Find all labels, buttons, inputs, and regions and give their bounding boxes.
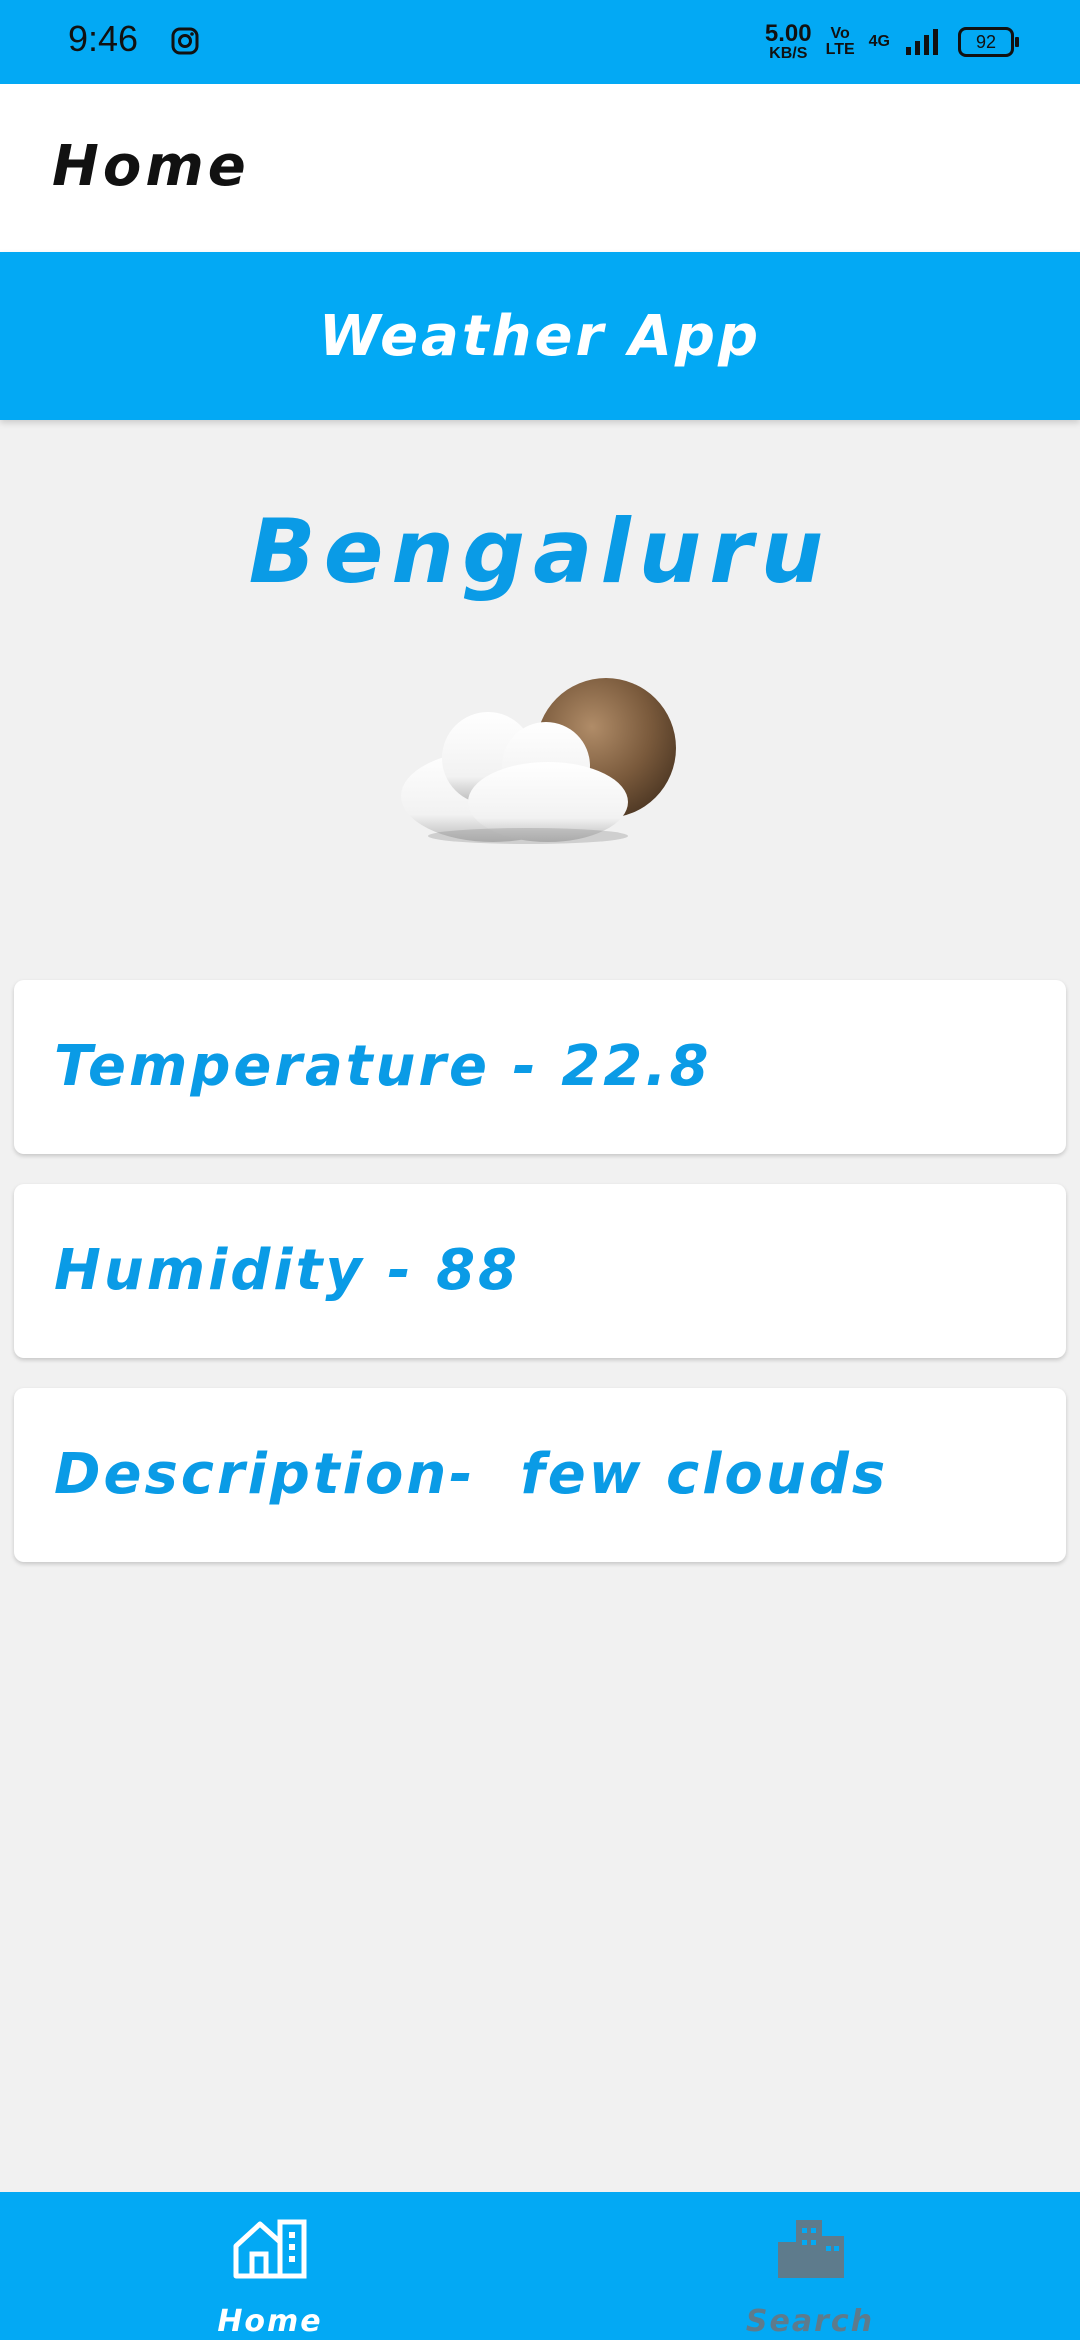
few-clouds-icon — [401, 678, 676, 844]
network-speed-unit: KB/S — [769, 45, 808, 62]
network-speed: 5.00 KB/S — [765, 22, 812, 62]
signal-icon — [906, 29, 938, 55]
bottom-navigation: Home Search — [0, 2192, 1080, 2340]
nav-label-home: Home — [217, 2304, 323, 2339]
temperature-card: Temperature - 22.8 — [14, 980, 1066, 1154]
city-name: Bengaluru — [248, 500, 832, 603]
description-card: Description- few clouds — [14, 1388, 1066, 1562]
nav-item-home[interactable]: Home — [0, 2192, 540, 2340]
instagram-icon — [171, 27, 199, 55]
status-indicators: 5.00 KB/S Vo LTE 4G 92 — [765, 18, 1019, 66]
app-banner: Weather App — [0, 252, 1080, 420]
humidity-card: Humidity - 88 — [14, 1184, 1066, 1358]
network-type: 4G — [868, 33, 890, 50]
humidity-text: Humidity - 88 — [54, 1238, 520, 1303]
volte-bottom: LTE — [825, 41, 855, 58]
volte-top: Vo — [830, 25, 850, 42]
network-speed-value: 5.00 — [764, 20, 812, 47]
nav-item-search[interactable]: Search — [540, 2192, 1080, 2340]
battery-icon: 92 — [958, 27, 1019, 57]
city-icon — [778, 2220, 844, 2278]
banner-title: Weather App — [318, 303, 762, 369]
battery-level: 92 — [975, 31, 997, 52]
nav-label-search: Search — [745, 2304, 875, 2339]
status-time: 9:46 — [68, 18, 139, 59]
page-title: Home — [52, 134, 250, 199]
volte-indicator: Vo LTE — [826, 26, 855, 58]
temperature-text: Temperature - 22.8 — [54, 1034, 712, 1099]
app-bar: Home — [0, 84, 1080, 252]
home-icon — [233, 2219, 307, 2279]
description-text: Description- few clouds — [54, 1442, 889, 1507]
status-bar: 9:46 5.00 KB/S Vo LTE 4G 92 — [0, 0, 1080, 84]
